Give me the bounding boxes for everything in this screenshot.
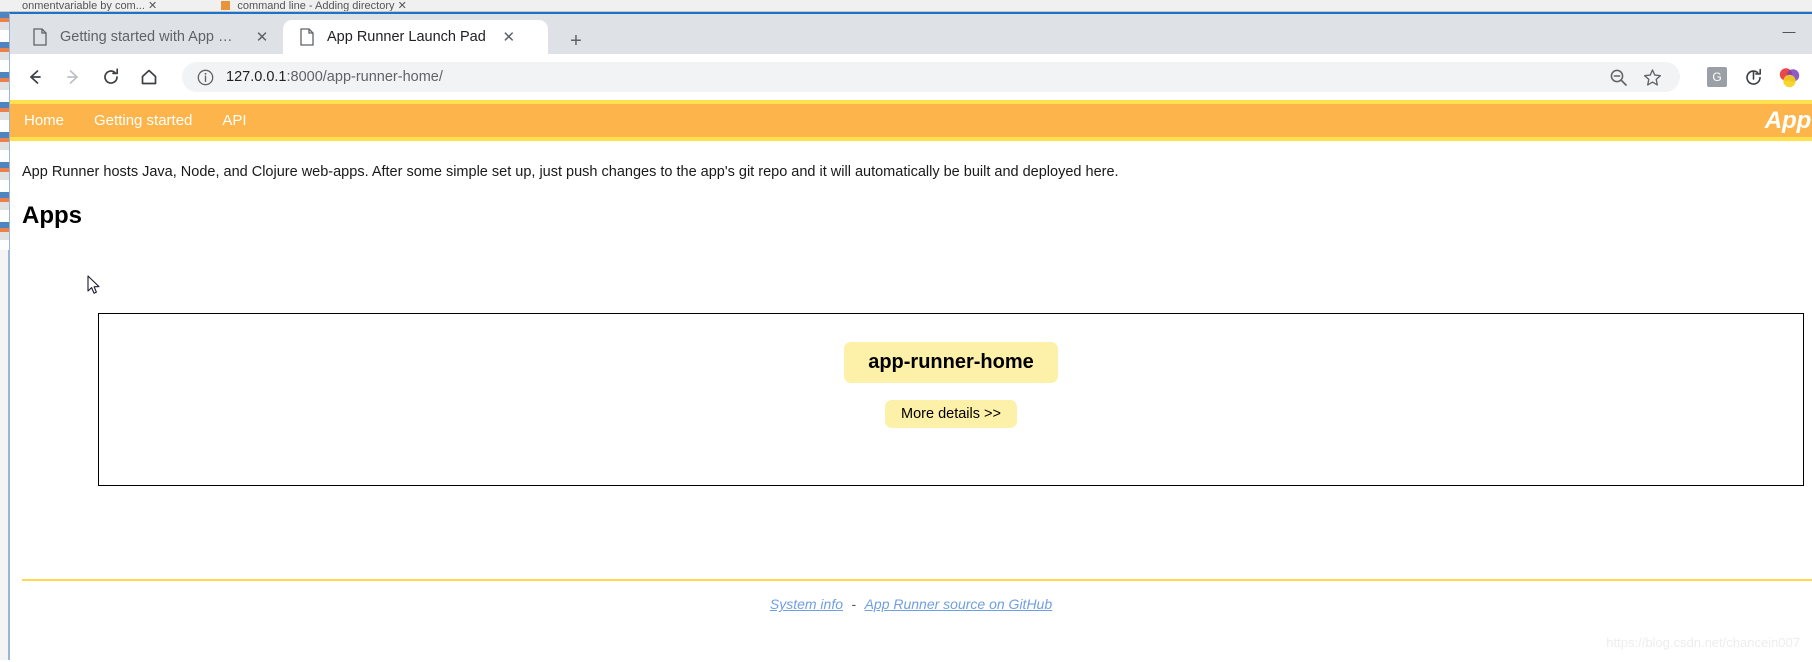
apps-card: app-runner-home More details >> [98,313,1804,486]
terminal-icon [221,1,231,10]
reload-button[interactable] [94,60,128,94]
background-tab-1: onmentvariable by com... ✕ [0,0,167,12]
zoom-out-icon[interactable] [1604,63,1632,91]
grammar-extension-icon[interactable]: G [1702,62,1732,92]
nav-link-home[interactable]: Home [24,112,64,129]
footer-link-system-info[interactable]: System info [770,596,843,612]
sync-circular-arrow-glyph [1745,68,1761,85]
back-button[interactable] [18,60,52,94]
app-entry: app-runner-home More details >> [99,342,1803,428]
home-icon [141,69,157,85]
site-brand-title: App Ru [1764,106,1812,134]
nav-link-getting-started[interactable]: Getting started [94,112,192,129]
watermark: https://blog.csdn.net/chancein007 [1606,635,1800,650]
colorful-extension-icon[interactable] [1774,62,1804,92]
background-window-left-strip-lower [0,250,9,660]
background-tab-2: command line - Adding directory ✕ [199,0,416,12]
background-tab-2-label: command line - Adding directory [237,0,395,12]
forward-button[interactable] [56,60,90,94]
page-footer: System info - App Runner source on GitHu… [22,579,1812,614]
app-name-button[interactable]: app-runner-home [844,342,1058,383]
star-icon[interactable] [1638,63,1666,91]
apps-heading: Apps [22,202,82,229]
browser-window: Getting started with App Runner ✕ App Ru… [9,12,1812,662]
info-circle-icon[interactable] [196,68,214,86]
browser-toolbar: 127.0.0.1:8000/app-runner-home/ G [10,54,1812,100]
grammar-extension-label: G [1707,67,1727,87]
reload-icon [104,68,119,84]
tab-strip: Getting started with App Runner ✕ App Ru… [10,14,1812,54]
tab-close-icon[interactable]: ✕ [253,28,271,46]
address-bar[interactable]: 127.0.0.1:8000/app-runner-home/ [182,62,1680,92]
background-tab-1-label: onmentvariable by com... [22,0,145,12]
minimize-button[interactable]: — [1766,14,1812,48]
window-controls: — [1766,14,1812,54]
page-content: Home Getting started API App Ru App Runn… [10,100,1812,662]
new-tab-button[interactable]: + [562,27,590,55]
page-icon [300,28,314,46]
arrow-right-icon [67,70,78,84]
site-navbar: Home Getting started API App Ru [10,100,1812,141]
footer-separator: - [851,596,857,612]
tab-title: Getting started with App Runner [60,29,239,45]
tab-title: App Runner Launch Pad [327,29,486,45]
home-button[interactable] [132,60,166,94]
star-glyph [1643,68,1661,86]
extension-icons: G [1686,62,1804,92]
tab-close-icon[interactable]: ✕ [500,28,518,46]
tab-app-runner-launch-pad[interactable]: App Runner Launch Pad ✕ [283,20,548,54]
omnibox-actions [1598,63,1666,91]
arrow-left-icon [30,70,41,84]
sync-extension-icon[interactable] [1738,62,1768,92]
background-tab-2-close-icon: ✕ [397,0,407,12]
url-port: :8000 [286,69,323,85]
footer-links: System info - App Runner source on GitHu… [770,596,1052,614]
intro-paragraph: App Runner hosts Java, Node, and Clojure… [22,164,1119,180]
background-tab-1-close-icon: ✕ [147,0,158,12]
url-path: /app-runner-home/ [322,69,443,85]
info-circle-glyph [197,69,213,85]
zoom-out-glyph [1610,69,1627,86]
url-text: 127.0.0.1:8000/app-runner-home/ [226,69,443,85]
background-window-tabstrip: onmentvariable by com... ✕ command line … [0,0,1812,12]
nav-link-api[interactable]: API [222,112,246,129]
more-details-button[interactable]: More details >> [885,400,1017,428]
colorful-extension-glyph [1779,67,1799,87]
page-icon [33,28,47,46]
tab-getting-started-with-app-runner[interactable]: Getting started with App Runner ✕ [16,20,281,54]
footer-link-github-source[interactable]: App Runner source on GitHub [865,596,1053,612]
url-host: 127.0.0.1 [226,69,287,85]
